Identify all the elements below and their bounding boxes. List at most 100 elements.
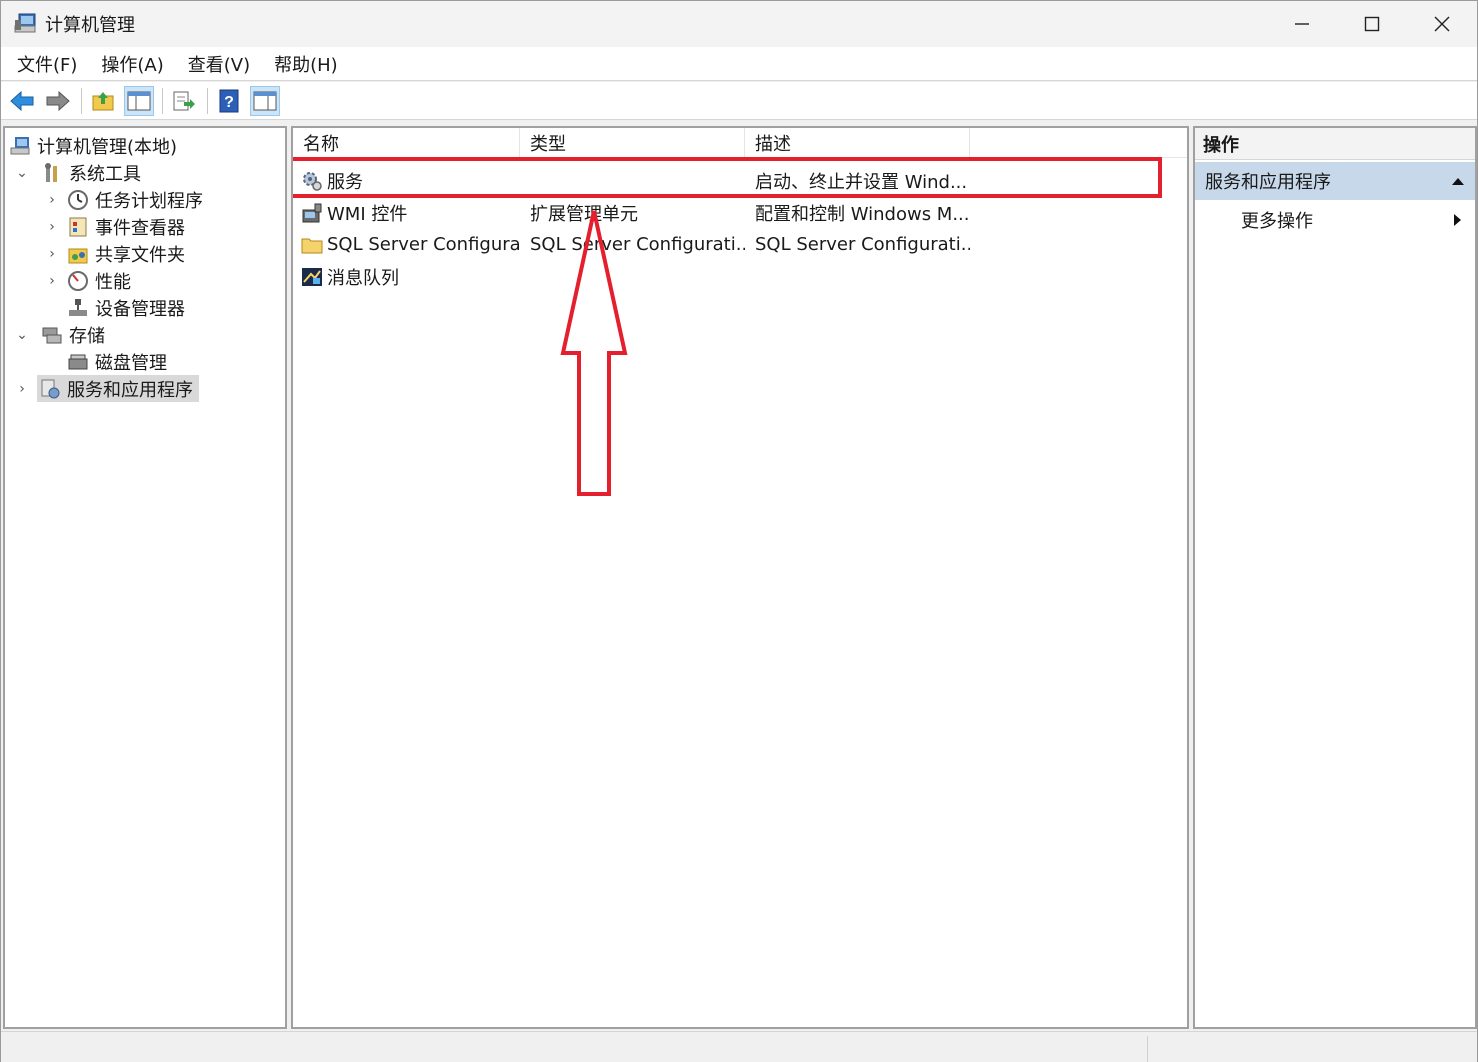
- tree-item-disk-management[interactable]: 磁盘管理: [67, 348, 167, 375]
- tree-item-shared-folders[interactable]: › 共享文件夹: [45, 240, 185, 267]
- menu-view[interactable]: 查看(V): [176, 51, 262, 77]
- cell-type: 扩展管理单元: [530, 203, 638, 225]
- menu-bar: 文件(F) 操作(A) 查看(V) 帮助(H): [1, 47, 1477, 81]
- up-folder-icon: [92, 91, 114, 110]
- cell-description: 启动、终止并设置 Wind...: [755, 171, 968, 193]
- tree-item-label: 性能: [95, 271, 131, 293]
- list-item-name: 消息队列: [327, 267, 399, 289]
- clock-icon: [68, 189, 88, 210]
- toolbar-separator: [162, 87, 163, 114]
- maximize-button[interactable]: [1337, 1, 1407, 47]
- submenu-arrow-icon: [1454, 214, 1461, 226]
- close-icon: [1434, 16, 1450, 32]
- cell-name: SQL Server Configura...: [301, 229, 520, 260]
- list-item-wmi-control[interactable]: WMI 控件 扩展管理单元 配置和控制 Windows M...: [293, 197, 1187, 228]
- column-header-description[interactable]: 描述: [745, 128, 970, 158]
- more-actions-item[interactable]: 更多操作: [1195, 202, 1475, 238]
- minimize-button[interactable]: [1267, 1, 1337, 47]
- tree-item-event-viewer[interactable]: › 事件查看器: [45, 213, 185, 240]
- status-bar: [1, 1031, 1477, 1062]
- tree-item-label: 任务计划程序: [95, 190, 203, 212]
- cell-description: [755, 261, 970, 292]
- tree-item-label: 事件查看器: [95, 217, 185, 239]
- back-arrow-icon: [10, 90, 34, 111]
- tree-item-task-scheduler[interactable]: › 任务计划程序: [45, 186, 203, 213]
- menu-help[interactable]: 帮助(H): [262, 51, 350, 77]
- chevron-right-icon[interactable]: ›: [45, 192, 59, 208]
- shared-folder-icon: [68, 248, 88, 263]
- tree-item-system-tools[interactable]: ⌄ 系统工具: [15, 159, 141, 186]
- cell-type: SQL Server Configurati...: [530, 234, 745, 255]
- list-header: 名称 类型 描述: [293, 128, 1187, 158]
- cell-name: 服务: [301, 165, 520, 196]
- selected-tree-item: 服务和应用程序: [37, 375, 199, 402]
- cell-description: 配置和控制 Windows M...: [755, 203, 970, 225]
- toolbar-separator: [81, 87, 82, 114]
- maximize-icon: [1364, 16, 1380, 32]
- show-hide-action-pane-button[interactable]: [250, 85, 280, 116]
- chevron-down-icon[interactable]: ⌄: [15, 327, 29, 343]
- computer-management-icon: [10, 136, 30, 154]
- help-button[interactable]: ?: [214, 86, 244, 116]
- list-item-services[interactable]: 服务 启动、终止并设置 Wind...: [293, 165, 1187, 196]
- performance-icon: [68, 270, 88, 291]
- actions-pane: 操作 服务和应用程序 更多操作: [1193, 126, 1477, 1029]
- status-divider: [1147, 1036, 1148, 1062]
- tree-item-storage[interactable]: ⌄ 存储: [15, 321, 105, 348]
- storage-icon: [42, 327, 62, 343]
- event-viewer-icon: [69, 217, 87, 236]
- tree-item-device-manager[interactable]: 设备管理器: [67, 294, 185, 321]
- help-icon: ?: [219, 89, 239, 112]
- forward-arrow-icon: [46, 90, 70, 111]
- disk-management-icon: [68, 354, 88, 369]
- list-item-message-queuing[interactable]: 消息队列: [293, 261, 1187, 292]
- chevron-right-icon[interactable]: ›: [45, 273, 59, 289]
- title-bar: 计算机管理: [1, 1, 1477, 47]
- forward-button[interactable]: [43, 86, 73, 116]
- show-hide-console-tree-button[interactable]: [124, 85, 154, 116]
- actions-section-services-apps[interactable]: 服务和应用程序: [1195, 162, 1475, 200]
- window-title: 计算机管理: [45, 15, 135, 36]
- toolbar: ?: [1, 82, 1477, 120]
- results-list-pane: 名称 类型 描述 服务 启动、终止并设置 Wind... WMI 控件 扩展管理…: [291, 126, 1189, 1029]
- menu-file[interactable]: 文件(F): [5, 51, 89, 77]
- show-hide-action-pane-icon: [253, 91, 277, 110]
- up-one-level-button[interactable]: [88, 86, 118, 116]
- chevron-down-icon[interactable]: ⌄: [15, 165, 29, 181]
- actions-header: 操作: [1195, 128, 1475, 160]
- chevron-right-icon[interactable]: ›: [45, 246, 59, 262]
- close-button[interactable]: [1407, 1, 1477, 47]
- column-header-name[interactable]: 名称: [293, 128, 520, 158]
- chevron-right-icon[interactable]: ›: [15, 381, 29, 397]
- tree-item-computer-management-local[interactable]: 计算机管理(本地): [9, 132, 177, 159]
- list-item-sql-server-configuration[interactable]: SQL Server Configura... SQL Server Confi…: [293, 229, 1187, 260]
- tree-item-label: 磁盘管理: [95, 352, 167, 374]
- device-manager-icon: [69, 298, 87, 316]
- toolbar-separator: [207, 87, 208, 114]
- more-actions-label: 更多操作: [1241, 211, 1313, 232]
- chevron-right-icon[interactable]: ›: [45, 219, 59, 235]
- tree-item-label: 存储: [69, 325, 105, 347]
- tree-item-label: 系统工具: [69, 163, 141, 185]
- export-list-button[interactable]: [169, 86, 199, 116]
- list-item-name: SQL Server Configura...: [327, 234, 520, 255]
- tree-item-label: 共享文件夹: [95, 244, 185, 266]
- column-header-type[interactable]: 类型: [520, 128, 745, 158]
- menu-action[interactable]: 操作(A): [89, 51, 175, 77]
- collapse-caret-icon[interactable]: [1451, 176, 1465, 186]
- actions-section-label: 服务和应用程序: [1205, 172, 1331, 193]
- tree-item-label: 服务和应用程序: [67, 379, 193, 401]
- message-queue-icon: [302, 267, 322, 286]
- export-list-icon: [173, 91, 195, 110]
- system-tools-icon: [45, 162, 57, 182]
- back-button[interactable]: [7, 86, 37, 116]
- list-item-name: WMI 控件: [327, 203, 408, 225]
- minimize-icon: [1295, 23, 1309, 25]
- tree-item-services-and-applications[interactable]: › 服务和应用程序: [15, 375, 199, 402]
- window-controls: [1267, 1, 1477, 47]
- tree-item-performance[interactable]: › 性能: [45, 267, 131, 294]
- show-hide-tree-icon: [127, 91, 151, 110]
- cell-name: 消息队列: [301, 261, 520, 292]
- cell-type: [530, 261, 745, 292]
- cell-type: [530, 165, 745, 196]
